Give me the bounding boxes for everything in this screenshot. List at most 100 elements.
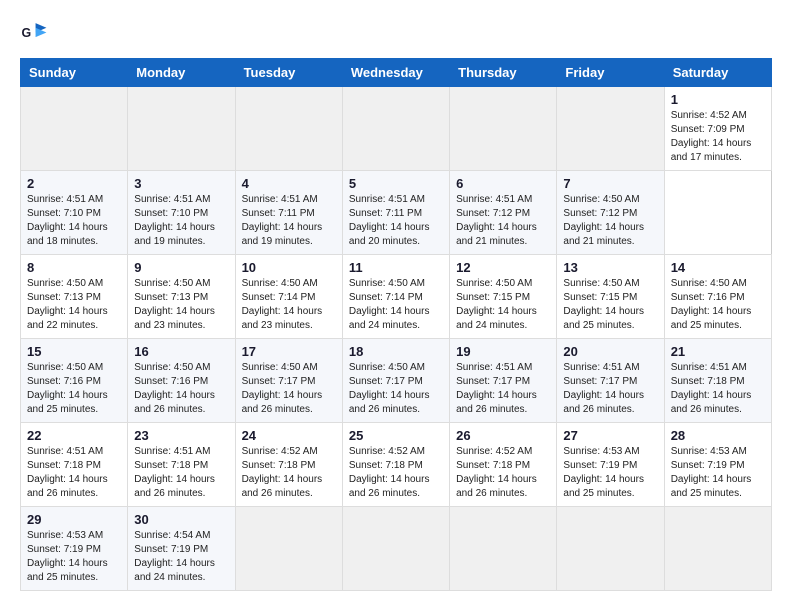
daylight-label: Daylight: 14 hours and 21 minutes.	[456, 222, 537, 247]
sunrise-label: Sunrise: 4:50 AM	[27, 278, 103, 289]
daylight-label: Daylight: 14 hours and 25 minutes.	[563, 474, 644, 499]
calendar-cell	[450, 507, 557, 591]
calendar-cell: 23 Sunrise: 4:51 AM Sunset: 7:18 PM Dayl…	[128, 423, 235, 507]
day-of-week-header: Monday	[128, 59, 235, 87]
sunset-label: Sunset: 7:17 PM	[456, 376, 530, 387]
sunrise-label: Sunrise: 4:50 AM	[349, 278, 425, 289]
day-of-week-header: Friday	[557, 59, 664, 87]
daylight-label: Daylight: 14 hours and 23 minutes.	[134, 306, 215, 331]
sunrise-label: Sunrise: 4:50 AM	[242, 278, 318, 289]
calendar-cell	[557, 87, 664, 171]
sunset-label: Sunset: 7:15 PM	[563, 292, 637, 303]
sunrise-label: Sunrise: 4:51 AM	[349, 194, 425, 205]
cell-info: Sunrise: 4:51 AM Sunset: 7:18 PM Dayligh…	[134, 445, 228, 501]
daylight-label: Daylight: 14 hours and 18 minutes.	[27, 222, 108, 247]
daylight-label: Daylight: 14 hours and 19 minutes.	[134, 222, 215, 247]
sunrise-label: Sunrise: 4:50 AM	[349, 362, 425, 373]
sunset-label: Sunset: 7:12 PM	[563, 208, 637, 219]
daylight-label: Daylight: 14 hours and 25 minutes.	[27, 390, 108, 415]
cell-info: Sunrise: 4:53 AM Sunset: 7:19 PM Dayligh…	[27, 529, 121, 585]
daylight-label: Daylight: 14 hours and 26 minutes.	[134, 390, 215, 415]
day-number: 22	[27, 428, 121, 443]
day-number: 11	[349, 260, 443, 275]
calendar-cell: 12 Sunrise: 4:50 AM Sunset: 7:15 PM Dayl…	[450, 255, 557, 339]
sunset-label: Sunset: 7:19 PM	[27, 544, 101, 555]
calendar-cell: 11 Sunrise: 4:50 AM Sunset: 7:14 PM Dayl…	[342, 255, 449, 339]
calendar-cell: 22 Sunrise: 4:51 AM Sunset: 7:18 PM Dayl…	[21, 423, 128, 507]
logo: G	[20, 20, 52, 48]
calendar-cell	[235, 87, 342, 171]
day-number: 1	[671, 92, 765, 107]
day-number: 5	[349, 176, 443, 191]
cell-info: Sunrise: 4:52 AM Sunset: 7:18 PM Dayligh…	[456, 445, 550, 501]
day-of-week-header: Tuesday	[235, 59, 342, 87]
logo-icon: G	[20, 20, 48, 48]
cell-info: Sunrise: 4:51 AM Sunset: 7:18 PM Dayligh…	[671, 361, 765, 417]
calendar-table: SundayMondayTuesdayWednesdayThursdayFrid…	[20, 58, 772, 591]
day-number: 14	[671, 260, 765, 275]
sunrise-label: Sunrise: 4:51 AM	[563, 362, 639, 373]
cell-info: Sunrise: 4:51 AM Sunset: 7:11 PM Dayligh…	[242, 193, 336, 249]
cell-info: Sunrise: 4:51 AM Sunset: 7:11 PM Dayligh…	[349, 193, 443, 249]
cell-info: Sunrise: 4:51 AM Sunset: 7:12 PM Dayligh…	[456, 193, 550, 249]
cell-info: Sunrise: 4:54 AM Sunset: 7:19 PM Dayligh…	[134, 529, 228, 585]
sunset-label: Sunset: 7:10 PM	[134, 208, 208, 219]
calendar-cell: 15 Sunrise: 4:50 AM Sunset: 7:16 PM Dayl…	[21, 339, 128, 423]
day-number: 13	[563, 260, 657, 275]
sunset-label: Sunset: 7:18 PM	[671, 376, 745, 387]
sunset-label: Sunset: 7:14 PM	[242, 292, 316, 303]
daylight-label: Daylight: 14 hours and 26 minutes.	[671, 390, 752, 415]
sunset-label: Sunset: 7:14 PM	[349, 292, 423, 303]
day-number: 20	[563, 344, 657, 359]
daylight-label: Daylight: 14 hours and 17 minutes.	[671, 138, 752, 163]
sunrise-label: Sunrise: 4:53 AM	[671, 446, 747, 457]
sunrise-label: Sunrise: 4:51 AM	[456, 362, 532, 373]
cell-info: Sunrise: 4:50 AM Sunset: 7:12 PM Dayligh…	[563, 193, 657, 249]
calendar-cell: 27 Sunrise: 4:53 AM Sunset: 7:19 PM Dayl…	[557, 423, 664, 507]
sunset-label: Sunset: 7:18 PM	[349, 460, 423, 471]
day-number: 29	[27, 512, 121, 527]
calendar-cell: 18 Sunrise: 4:50 AM Sunset: 7:17 PM Dayl…	[342, 339, 449, 423]
day-number: 3	[134, 176, 228, 191]
svg-text:G: G	[22, 26, 32, 40]
calendar-cell	[450, 87, 557, 171]
cell-info: Sunrise: 4:53 AM Sunset: 7:19 PM Dayligh…	[563, 445, 657, 501]
calendar-cell: 29 Sunrise: 4:53 AM Sunset: 7:19 PM Dayl…	[21, 507, 128, 591]
sunset-label: Sunset: 7:17 PM	[563, 376, 637, 387]
sunset-label: Sunset: 7:11 PM	[242, 208, 315, 219]
daylight-label: Daylight: 14 hours and 21 minutes.	[563, 222, 644, 247]
sunset-label: Sunset: 7:12 PM	[456, 208, 530, 219]
sunset-label: Sunset: 7:18 PM	[134, 460, 208, 471]
day-number: 10	[242, 260, 336, 275]
calendar-cell: 20 Sunrise: 4:51 AM Sunset: 7:17 PM Dayl…	[557, 339, 664, 423]
day-number: 7	[563, 176, 657, 191]
daylight-label: Daylight: 14 hours and 22 minutes.	[27, 306, 108, 331]
day-number: 18	[349, 344, 443, 359]
calendar-cell: 5 Sunrise: 4:51 AM Sunset: 7:11 PM Dayli…	[342, 171, 449, 255]
cell-info: Sunrise: 4:51 AM Sunset: 7:17 PM Dayligh…	[456, 361, 550, 417]
sunset-label: Sunset: 7:16 PM	[27, 376, 101, 387]
calendar-cell: 24 Sunrise: 4:52 AM Sunset: 7:18 PM Dayl…	[235, 423, 342, 507]
daylight-label: Daylight: 14 hours and 26 minutes.	[456, 474, 537, 499]
calendar-cell: 19 Sunrise: 4:51 AM Sunset: 7:17 PM Dayl…	[450, 339, 557, 423]
daylight-label: Daylight: 14 hours and 25 minutes.	[563, 306, 644, 331]
sunset-label: Sunset: 7:19 PM	[134, 544, 208, 555]
cell-info: Sunrise: 4:50 AM Sunset: 7:14 PM Dayligh…	[349, 277, 443, 333]
sunset-label: Sunset: 7:11 PM	[349, 208, 422, 219]
cell-info: Sunrise: 4:50 AM Sunset: 7:16 PM Dayligh…	[27, 361, 121, 417]
sunrise-label: Sunrise: 4:52 AM	[671, 110, 747, 121]
day-number: 12	[456, 260, 550, 275]
cell-info: Sunrise: 4:51 AM Sunset: 7:10 PM Dayligh…	[27, 193, 121, 249]
cell-info: Sunrise: 4:50 AM Sunset: 7:17 PM Dayligh…	[242, 361, 336, 417]
sunset-label: Sunset: 7:17 PM	[242, 376, 316, 387]
cell-info: Sunrise: 4:51 AM Sunset: 7:18 PM Dayligh…	[27, 445, 121, 501]
sunrise-label: Sunrise: 4:52 AM	[456, 446, 532, 457]
cell-info: Sunrise: 4:51 AM Sunset: 7:17 PM Dayligh…	[563, 361, 657, 417]
day-number: 17	[242, 344, 336, 359]
sunrise-label: Sunrise: 4:51 AM	[456, 194, 532, 205]
daylight-label: Daylight: 14 hours and 26 minutes.	[242, 474, 323, 499]
sunset-label: Sunset: 7:16 PM	[671, 292, 745, 303]
sunset-label: Sunset: 7:09 PM	[671, 124, 745, 135]
cell-info: Sunrise: 4:50 AM Sunset: 7:15 PM Dayligh…	[563, 277, 657, 333]
sunrise-label: Sunrise: 4:50 AM	[563, 278, 639, 289]
